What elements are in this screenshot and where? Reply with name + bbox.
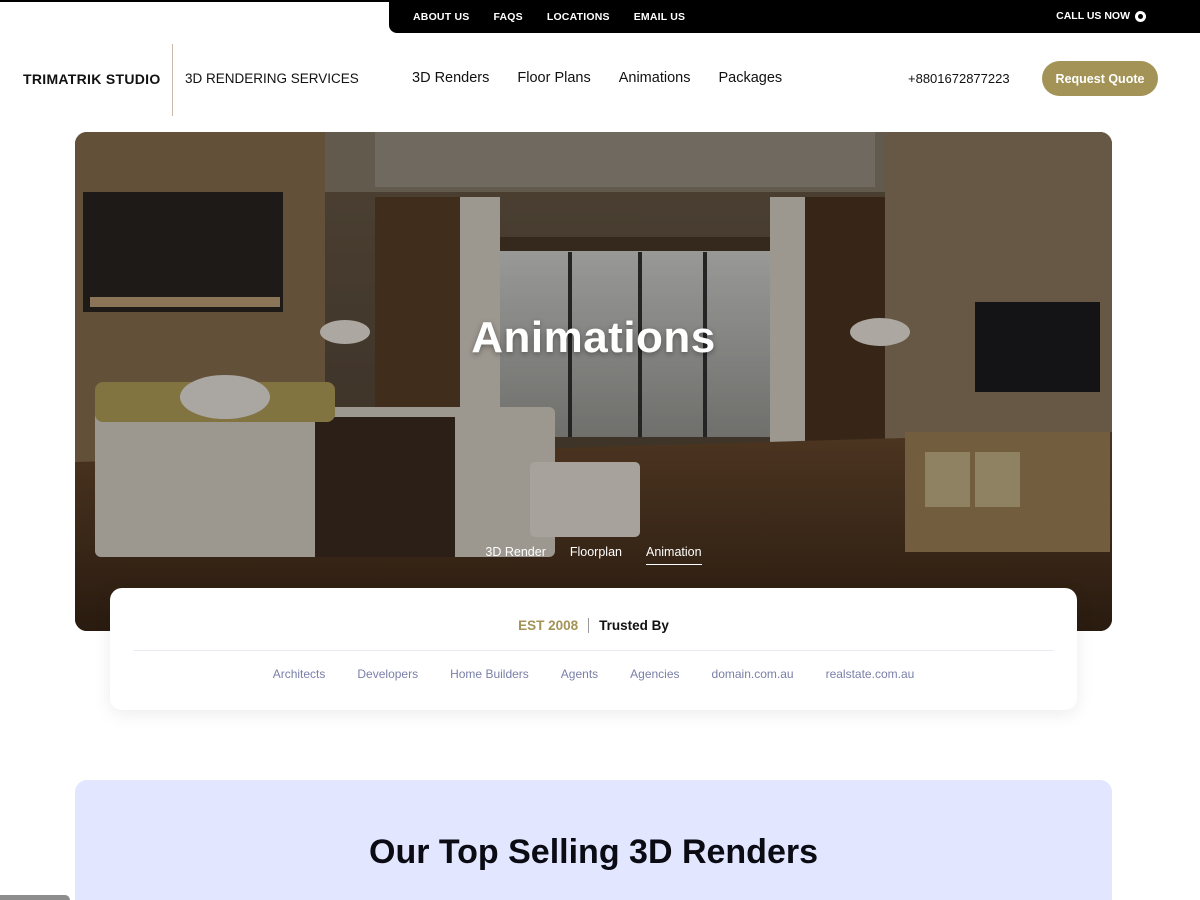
nav-animations[interactable]: Animations xyxy=(619,70,691,86)
hero-banner: Animations 3D Render Floorplan Animation xyxy=(75,132,1112,631)
trusted-by-label: Trusted By xyxy=(599,618,669,633)
trusted-list: Architects Developers Home Builders Agen… xyxy=(110,667,1077,681)
nav-3d-renders[interactable]: 3D Renders xyxy=(412,70,489,86)
nav-packages[interactable]: Packages xyxy=(718,70,782,86)
top-selling-section: Our Top Selling 3D Renders xyxy=(75,780,1112,900)
hero-tabs: 3D Render Floorplan Animation xyxy=(75,545,1112,565)
brand-divider xyxy=(172,44,173,116)
tab-floorplan[interactable]: Floorplan xyxy=(570,545,622,565)
main-nav: 3D Renders Floor Plans Animations Packag… xyxy=(412,70,782,86)
utility-links: ABOUT US FAQS LOCATIONS EMAIL US xyxy=(413,11,685,23)
hero-title: Animations xyxy=(471,313,716,362)
corner-tab[interactable] xyxy=(0,895,70,900)
trusted-item: Architects xyxy=(272,667,326,681)
trusted-by-card: EST 2008 Trusted By Architects Developer… xyxy=(110,588,1077,710)
trusted-divider xyxy=(133,650,1054,651)
brand-tagline: 3D RENDERING SERVICES xyxy=(185,71,359,86)
header-separator xyxy=(588,618,590,633)
trusted-header: EST 2008 Trusted By xyxy=(110,618,1077,633)
trusted-item: realstate.com.au xyxy=(825,667,915,681)
trusted-item: Home Builders xyxy=(450,667,529,681)
nav-floor-plans[interactable]: Floor Plans xyxy=(517,70,590,86)
trusted-item: Developers xyxy=(357,667,419,681)
trusted-item: Agencies xyxy=(630,667,680,681)
trusted-item: domain.com.au xyxy=(711,667,794,681)
established-year: EST 2008 xyxy=(518,618,579,633)
tab-3d-render[interactable]: 3D Render xyxy=(485,545,545,565)
call-us-now-link[interactable]: CALL US NOW xyxy=(1056,10,1146,22)
request-quote-button[interactable]: Request Quote xyxy=(1042,61,1158,96)
section-heading: Our Top Selling 3D Renders xyxy=(369,833,818,871)
tab-animation[interactable]: Animation xyxy=(645,545,702,565)
about-us-link[interactable]: ABOUT US xyxy=(413,11,469,23)
brand-logo[interactable]: TRIMATRIK STUDIO xyxy=(23,71,161,87)
whatsapp-icon xyxy=(1135,10,1146,22)
call-us-label: CALL US NOW xyxy=(1056,10,1130,22)
locations-link[interactable]: LOCATIONS xyxy=(547,11,610,23)
trusted-item: Agents xyxy=(560,667,599,681)
email-us-link[interactable]: EMAIL US xyxy=(634,11,686,23)
top-edge-line xyxy=(0,0,389,2)
phone-number[interactable]: +8801672877223 xyxy=(908,71,1010,86)
faqs-link[interactable]: FAQS xyxy=(493,11,522,23)
utility-bar: ABOUT US FAQS LOCATIONS EMAIL US CALL US… xyxy=(389,0,1200,33)
